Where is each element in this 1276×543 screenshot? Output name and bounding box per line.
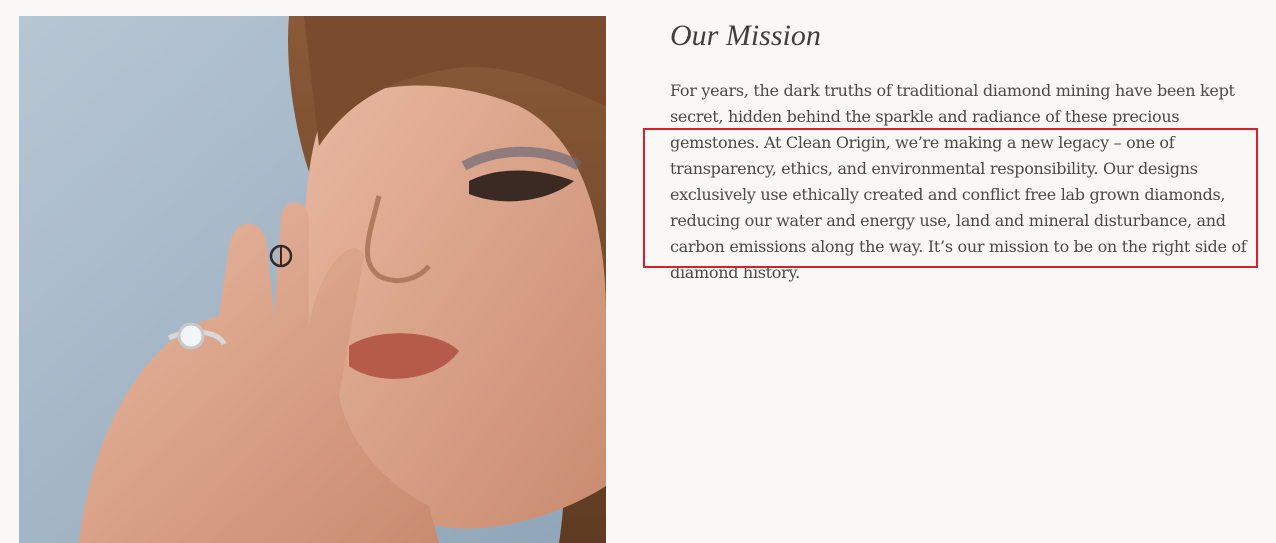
model-wearing-ring-photo <box>19 16 606 543</box>
portrait-illustration <box>19 16 606 543</box>
mission-section: Our Mission For years, the dark truths o… <box>670 16 1260 286</box>
section-title: Our Mission <box>670 19 821 52</box>
mission-paragraph: For years, the dark truths of traditiona… <box>670 81 1247 282</box>
